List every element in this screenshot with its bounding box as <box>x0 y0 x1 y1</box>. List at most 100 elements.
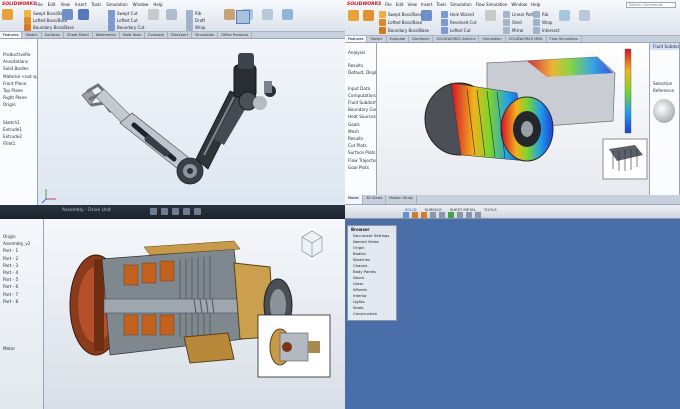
tab-sketch[interactable]: Sketch <box>367 36 387 42</box>
curves-button[interactable] <box>579 10 590 22</box>
tree-row[interactable]: Results <box>345 62 376 69</box>
select-icon[interactable] <box>475 212 481 218</box>
zoom-icon[interactable] <box>172 208 179 215</box>
ribbon-sim-3[interactable]: Hole Wizard <box>441 11 474 18</box>
reference-geometry-button[interactable] <box>559 10 570 22</box>
tab-simulation[interactable]: Simulation <box>192 32 219 38</box>
rotate-icon[interactable] <box>161 208 168 215</box>
tree-row[interactable]: Annotations <box>0 58 37 65</box>
menu-insert[interactable]: Insert <box>421 2 432 7</box>
assemble-icon[interactable] <box>439 212 445 218</box>
tree-row[interactable]: ProductiveRe <box>0 51 37 58</box>
extruded-cut-button[interactable] <box>62 9 73 21</box>
tab-addins[interactable]: SOLIDWORKS Add-Ins <box>433 36 480 42</box>
revolve-icon[interactable] <box>421 212 427 218</box>
extrude-icon[interactable] <box>412 212 418 218</box>
sketch-icon[interactable] <box>403 212 409 218</box>
tree-row[interactable]: Surface Plots <box>345 149 376 156</box>
panel-row[interactable]: Selection <box>650 80 679 87</box>
tree-row[interactable]: Results <box>345 135 376 142</box>
ribbon-sim-4[interactable]: Revolved Cut <box>441 19 477 26</box>
rib-button[interactable]: Rib <box>186 10 201 17</box>
graphics-viewport[interactable] <box>377 43 649 195</box>
menu-view[interactable]: View <box>407 2 417 7</box>
instant3d-button[interactable] <box>282 9 293 21</box>
menu-file[interactable]: File <box>385 2 392 7</box>
ribbon-sim-1[interactable]: Lofted Boss/Base <box>379 19 422 26</box>
tab-surfaces[interactable]: Surfaces <box>42 32 65 38</box>
tree-row[interactable]: Sketch1 <box>0 119 37 126</box>
tree-row[interactable]: Assembly_v2 <box>0 240 43 247</box>
menu-edit[interactable]: Edit <box>48 2 56 7</box>
revolve-boss-button[interactable] <box>363 10 374 22</box>
tree-row[interactable]: Front Plane <box>0 80 37 87</box>
menu-flow-simulation[interactable]: Flow Simulation <box>476 2 508 7</box>
hole-wizard-button[interactable] <box>78 9 89 21</box>
ribbon-cut-0[interactable]: Swept Cut <box>108 10 138 17</box>
tree-row[interactable]: Motor <box>0 345 43 352</box>
tree-row[interactable]: Solid Bodies <box>0 65 37 72</box>
draft-button[interactable]: Draft <box>186 17 205 24</box>
curves-button[interactable] <box>262 9 273 21</box>
tree-row[interactable]: Part - 4 <box>0 269 43 276</box>
tab-evaluate[interactable]: Evaluate <box>145 32 168 38</box>
ribbon-sim-0[interactable]: Swept Boss/Base <box>379 11 422 18</box>
tab-features[interactable]: Features <box>0 32 23 38</box>
tree-row[interactable]: Computational Domain <box>345 92 376 99</box>
tab-tools[interactable]: TOOLS <box>484 207 497 212</box>
ribbon-small-0[interactable]: Swept Boss/Base <box>24 10 67 17</box>
tab-dimxpert[interactable]: DimXpert <box>168 32 193 38</box>
ribbon-sim-7[interactable]: Shell <box>503 19 522 26</box>
tree-row[interactable]: Construction <box>348 311 396 317</box>
tab-evaluate[interactable]: Evaluate <box>387 36 410 42</box>
tree-row[interactable]: Part - 2 <box>0 255 43 262</box>
tab-mbd[interactable]: SOLIDWORKS MBD <box>506 36 547 42</box>
tab-3d-views[interactable]: 3D Views <box>363 195 387 204</box>
menu-file[interactable]: File <box>36 2 43 7</box>
menu-help[interactable]: Help <box>153 2 162 7</box>
ribbon-small-1[interactable]: Lofted Boss/Base <box>24 17 67 24</box>
tree-row[interactable]: Part - 1 <box>0 247 43 254</box>
ribbon-sim-9[interactable]: Rib <box>533 11 548 18</box>
panel-row[interactable]: Reference <box>650 87 679 94</box>
tree-row[interactable]: Top Plane <box>0 87 37 94</box>
graphics-viewport[interactable] <box>44 219 345 409</box>
tab-office-products[interactable]: Office Products <box>218 32 253 38</box>
tree-row[interactable]: Part - 8 <box>0 298 43 305</box>
menu-tools[interactable]: Tools <box>91 2 101 7</box>
ribbon-sim-8[interactable]: Mirror <box>503 27 524 34</box>
fillet-button[interactable] <box>485 10 496 22</box>
tree-row[interactable]: Goals <box>345 121 376 128</box>
tree-row[interactable]: Origin <box>0 101 37 108</box>
menu-simulation[interactable]: Simulation <box>450 2 471 7</box>
menu-view[interactable]: View <box>60 2 70 7</box>
menu-edit[interactable]: Edit <box>396 2 404 7</box>
menu-window[interactable]: Window <box>511 2 527 7</box>
tab-model[interactable]: Model <box>345 195 363 204</box>
ribbon-sim-11[interactable]: Intersect <box>533 27 560 34</box>
tab-sheet-metal[interactable]: Sheet Metal <box>64 32 93 38</box>
wrap-button[interactable]: Wrap <box>186 24 205 31</box>
tree-row[interactable]: Extrude1 <box>0 126 37 133</box>
tree-row[interactable]: Goal Plots <box>345 164 376 171</box>
tree-row[interactable]: Input Data <box>345 85 376 92</box>
search-commands-input[interactable]: Search Commands <box>626 2 676 8</box>
display-style-icon[interactable] <box>194 208 201 215</box>
pan-icon[interactable] <box>150 208 157 215</box>
menu-insert[interactable]: Insert <box>75 2 86 7</box>
extruded-cut-button[interactable] <box>421 10 432 22</box>
tab-weldments[interactable]: Weldments <box>93 32 120 38</box>
ribbon-cut-1[interactable]: Lofted Cut <box>108 17 138 24</box>
inspect-icon[interactable] <box>457 212 463 218</box>
tree-row[interactable]: Extrude2 <box>0 133 37 140</box>
tab-motion-study[interactable]: Motion Study <box>386 195 418 204</box>
construct-icon[interactable] <box>448 212 454 218</box>
tree-row[interactable]: Default, Display State <box>345 69 376 76</box>
tab-sketch[interactable]: Sketch <box>22 32 42 38</box>
tab-dimxpert[interactable]: DimXpert <box>409 36 434 42</box>
tree-row[interactable]: Part - 5 <box>0 276 43 283</box>
tab-mold-tools[interactable]: Mold Tools <box>120 32 146 38</box>
tree-row[interactable]: Mesh <box>345 128 376 135</box>
tree-row[interactable]: Fluid Subdomains <box>345 99 376 106</box>
insert-icon[interactable] <box>466 212 472 218</box>
